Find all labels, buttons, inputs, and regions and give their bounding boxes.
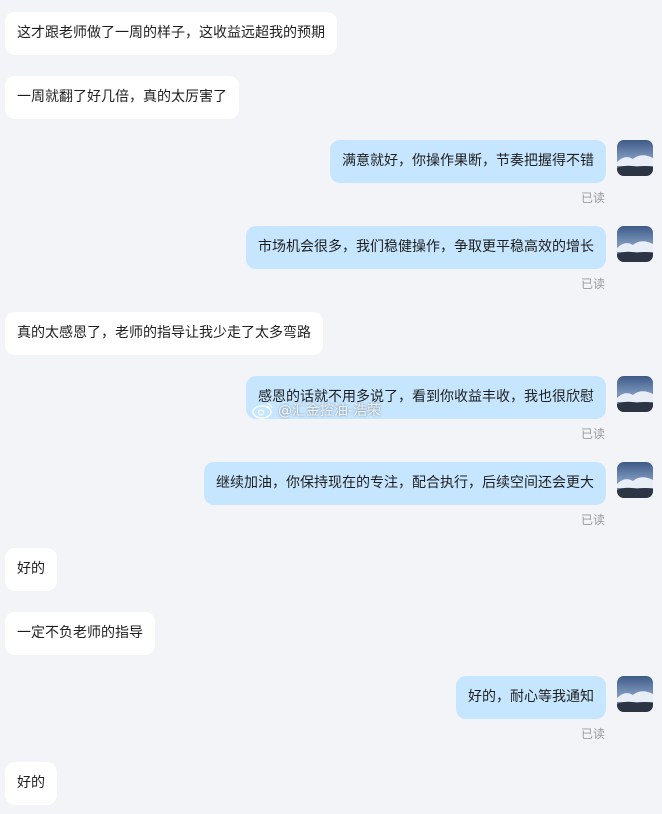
message-bubble-right[interactable]: 市场机会很多，我们稳健操作，争取更平稳高效的增长	[246, 226, 606, 269]
message-bubble-right[interactable]: 继续加油，你保持现在的专注，配合执行，后续空间还会更大	[204, 462, 606, 505]
avatar[interactable]	[617, 376, 653, 412]
message-text: 好的	[17, 561, 45, 577]
sky-cloud-avatar-icon	[617, 376, 653, 412]
message-bubble-left[interactable]: 一周就翻了好几倍，真的太厉害了	[5, 76, 239, 119]
read-receipt: 已读	[580, 727, 605, 741]
message-text: 好的	[17, 775, 45, 791]
read-receipt: 已读	[580, 513, 605, 527]
read-receipt: 已读	[580, 427, 605, 441]
message-bubble-left[interactable]: 好的	[5, 548, 57, 591]
avatar[interactable]	[617, 462, 653, 498]
sky-cloud-avatar-icon	[617, 226, 653, 262]
sky-cloud-avatar-icon	[617, 140, 653, 176]
message-bubble-left[interactable]: 一定不负老师的指导	[5, 612, 155, 655]
message-text: 一定不负老师的指导	[17, 625, 143, 641]
message-text: 市场机会很多，我们稳健操作，争取更平稳高效的增长	[258, 239, 594, 255]
avatar[interactable]	[617, 676, 653, 712]
sky-cloud-avatar-icon	[617, 676, 653, 712]
message-bubble-right[interactable]: 满意就好，你操作果断，节奏把握得不错	[330, 140, 606, 183]
read-receipt: 已读	[580, 191, 605, 205]
message-text: 真的太感恩了，老师的指导让我少走了太多弯路	[17, 325, 311, 341]
avatar[interactable]	[617, 226, 653, 262]
message-bubble-left[interactable]: 好的	[5, 762, 57, 805]
sky-cloud-avatar-icon	[617, 462, 653, 498]
message-bubble-right[interactable]: 好的，耐心等我通知	[456, 676, 606, 719]
chat-window: 这才跟老师做了一周的样子，这收益远超我的预期 一周就翻了好几倍，真的太厉害了 满…	[0, 0, 662, 814]
message-text: 继续加油，你保持现在的专注，配合执行，后续空间还会更大	[216, 475, 594, 491]
message-text: 好的，耐心等我通知	[468, 689, 594, 705]
avatar[interactable]	[617, 140, 653, 176]
message-text: 一周就翻了好几倍，真的太厉害了	[17, 89, 227, 105]
message-bubble-left[interactable]: 真的太感恩了，老师的指导让我少走了太多弯路	[5, 312, 323, 355]
message-text: 这才跟老师做了一周的样子，这收益远超我的预期	[17, 25, 325, 41]
message-bubble-right[interactable]: 感恩的话就不用多说了，看到你收益丰收，我也很欣慰	[246, 376, 606, 419]
message-text: 感恩的话就不用多说了，看到你收益丰收，我也很欣慰	[258, 389, 594, 405]
message-bubble-left[interactable]: 这才跟老师做了一周的样子，这收益远超我的预期	[5, 12, 337, 55]
read-receipt: 已读	[580, 277, 605, 291]
message-text: 满意就好，你操作果断，节奏把握得不错	[342, 153, 594, 169]
